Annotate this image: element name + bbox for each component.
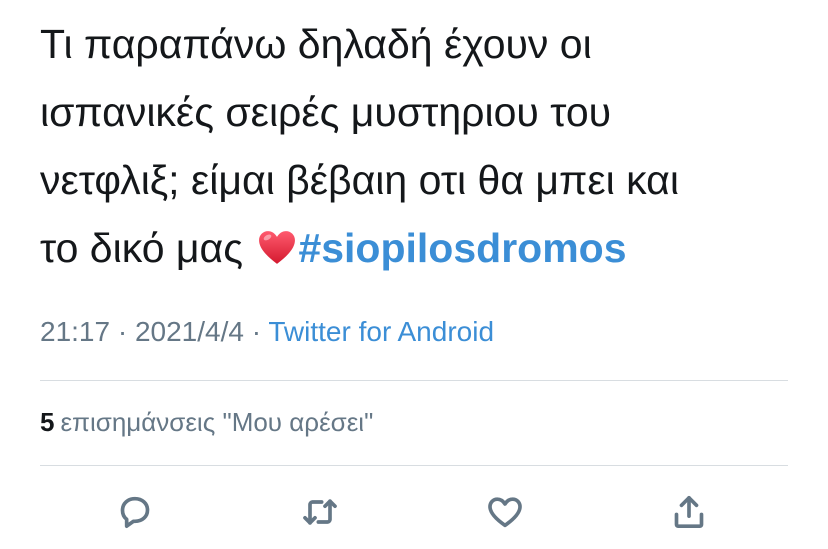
reply-icon (120, 496, 150, 528)
meta-separator: · (243, 316, 269, 347)
tweet-time: 21:17 (40, 316, 111, 347)
likes-row[interactable]: 5 επισημάνσεις "Μου αρέσει" (40, 402, 373, 442)
tweet-text-fragment: το δικό μας (40, 225, 244, 271)
hashtag-link[interactable]: #siopilosdromos (298, 225, 626, 271)
tweet-text-line: νετφλιξ; είμαι βέβαιη οτι θα μπει και (40, 157, 679, 203)
tweet-text-line: Τι παραπάνω δηλαδή έχουν οι (40, 21, 592, 67)
reply-button[interactable] (111, 488, 159, 536)
tweet-text: Τι παραπάνω δηλαδή έχουν οι ισπανικές σε… (40, 10, 800, 282)
retweet-button[interactable] (296, 488, 344, 536)
share-button[interactable] (665, 488, 713, 536)
red-heart-emoji-icon (259, 231, 296, 264)
tweet-text-line-last: το δικό μας #siopilosdromos (40, 214, 800, 282)
divider (40, 465, 788, 466)
likes-count: 5 (40, 407, 55, 437)
tweet-action-bar (0, 488, 828, 536)
divider (40, 380, 788, 381)
meta-separator: · (110, 316, 135, 347)
likes-label: επισημάνσεις "Μου αρέσει" (60, 407, 374, 437)
heart-icon (488, 497, 522, 528)
tweet-date: 2021/4/4 (134, 316, 244, 347)
like-button[interactable] (481, 488, 529, 536)
tweet-text-line: ισπανικές σειρές μυστηριου του (40, 89, 612, 135)
retweet-icon (303, 499, 337, 525)
source-link[interactable]: Twitter for Android (268, 316, 494, 347)
share-icon (674, 496, 704, 528)
tweet-meta: 21:17 · 2021/4/4 · Twitter for Android (40, 310, 494, 354)
